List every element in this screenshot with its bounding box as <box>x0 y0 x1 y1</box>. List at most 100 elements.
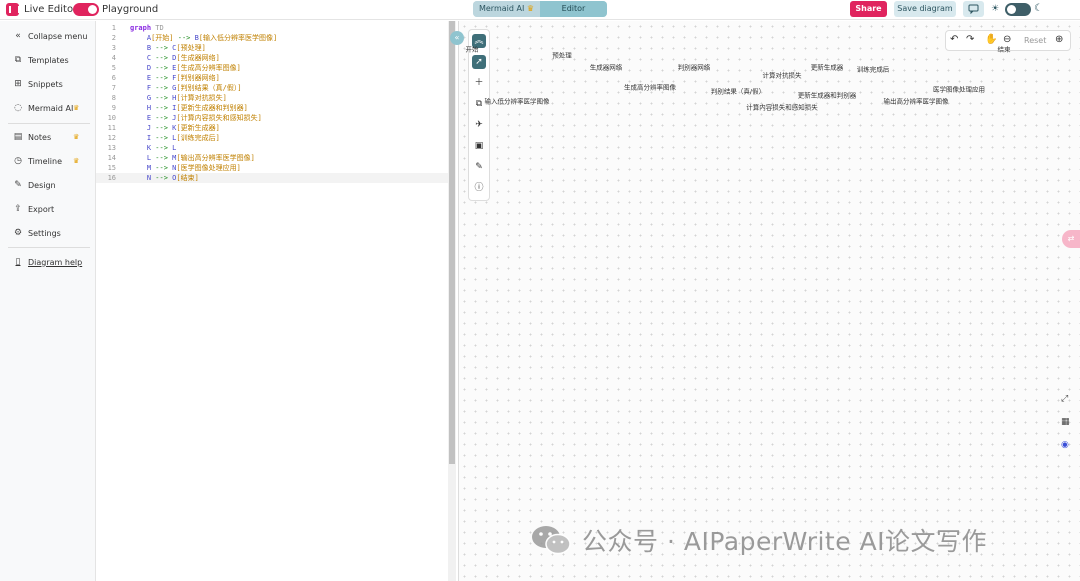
flow-node-L[interactable]: 训练完成后 <box>857 64 890 73</box>
code-line[interactable]: 7 F --> G[判别结果（真/假）] <box>96 83 448 93</box>
watermark: 公众号 · AIPaperWrite AI论文写作 <box>530 522 987 558</box>
crown-icon: ♛ <box>73 104 80 112</box>
snippets-icon: ⊞ <box>14 79 22 89</box>
code-text: E --> F[判别器网络] <box>130 74 220 82</box>
node-label: 判别结果（真/假） <box>711 86 765 95</box>
flow-node-F[interactable]: 判别器网络 <box>678 62 711 71</box>
code-text: N --> O[结束] <box>130 174 199 182</box>
sidebar-item-notes[interactable]: ▤ Notes ♛ <box>13 130 80 144</box>
save-diagram-button[interactable]: Save diagram <box>894 1 956 17</box>
sidebar-item-diagram-help[interactable]: ▯ Diagram help <box>13 255 83 269</box>
code-line[interactable]: 9 H --> I[更新生成器和判别器] <box>96 103 448 113</box>
flow-node-E[interactable]: 生成高分辨率图像 <box>624 82 677 91</box>
crown-icon: ♛ <box>73 157 80 165</box>
tab-mermaid-ai[interactable]: Mermaid AI ♛ <box>473 1 540 17</box>
code-line[interactable]: 15 M --> N[医学图像处理应用] <box>96 163 448 173</box>
flow-node-A[interactable]: 开始 <box>466 44 480 53</box>
flow-node-B[interactable]: 输入低分辨率医学图像 <box>485 96 551 105</box>
code-text: E --> J[计算内容损失和感知损失] <box>130 114 262 122</box>
line-number: 6 <box>111 74 116 82</box>
crown-icon: ♛ <box>73 133 80 141</box>
sun-icon: ☀ <box>991 4 1000 14</box>
mermaid-logo-icon[interactable] <box>6 3 20 16</box>
line-number: 3 <box>111 44 116 52</box>
line-number: 10 <box>107 114 116 122</box>
node-label: 计算对抗损失 <box>763 70 803 79</box>
sidebar-item-mermaid-ai[interactable]: ◌ Mermaid AI ♛ <box>13 101 79 115</box>
top-bar: Live Editor Playground Mermaid AI ♛ Edit… <box>0 0 1080 20</box>
export-icon: ⇪ <box>14 204 22 214</box>
flow-node-D[interactable]: 生成器网络 <box>590 62 623 71</box>
sidebar-item-collapse-menu[interactable]: « Collapse menu <box>13 29 87 43</box>
flowchart: 开始输入低分辨率医学图像 预处理生成器网络生成高分辨率图像 判别器网络判别结果（真/… <box>458 21 1080 581</box>
code-text: F --> G[判别结果（真/假）] <box>130 84 242 92</box>
code-text: K --> L <box>130 144 177 152</box>
crown-icon: ♛ <box>526 4 535 13</box>
node-label: 更新生成器 <box>811 62 844 71</box>
sidebar-item-design[interactable]: ✎ Design <box>13 178 56 192</box>
code-line[interactable]: 8 G --> H[计算对抗损失] <box>96 93 448 103</box>
sidebar-divider <box>8 123 90 124</box>
code-line[interactable]: 5 D --> E[生成高分辨率图像] <box>96 63 448 73</box>
node-label: 结束 <box>998 44 1012 53</box>
line-number: 15 <box>107 164 116 172</box>
app-title: Live Editor <box>24 4 78 15</box>
flow-node-G[interactable]: 判别结果（真/假） <box>711 86 765 95</box>
line-number: 4 <box>111 54 116 62</box>
code-text: C --> D[生成器网络] <box>130 54 220 62</box>
code-editor[interactable]: 1 graph TD 2 A[开始] --> B[输入低分辨率医学图像] 3 B --… <box>96 21 448 581</box>
node-label: 训练完成后 <box>857 64 890 73</box>
sidebar-item-settings[interactable]: ⚙ Settings <box>13 226 61 240</box>
code-line[interactable]: 2 A[开始] --> B[输入低分辨率医学图像] <box>96 33 448 43</box>
code-text: H --> I[更新生成器和判别器] <box>130 104 248 112</box>
line-number: 8 <box>111 94 116 102</box>
sidebar-item-export[interactable]: ⇪ Export <box>13 202 54 216</box>
node-label: 判别器网络 <box>678 62 711 71</box>
code-line[interactable]: 3 B --> C[预处理] <box>96 43 448 53</box>
code-line[interactable]: 1 graph TD <box>96 23 448 33</box>
line-number: 14 <box>107 154 116 162</box>
code-text: B --> C[预处理] <box>130 44 206 52</box>
code-line[interactable]: 11 J --> K[更新生成器] <box>96 123 448 133</box>
flow-node-C[interactable]: 预处理 <box>552 50 572 59</box>
code-line[interactable]: 14 L --> M[输出高分辨率医学图像] <box>96 153 448 163</box>
playground-toggle[interactable] <box>73 3 99 16</box>
line-number: 11 <box>107 124 116 132</box>
code-line[interactable]: 10 E --> J[计算内容损失和感知损失] <box>96 113 448 123</box>
sidebar-item-label: Snippets <box>28 79 63 89</box>
node-label: 医学图像处理应用 <box>933 84 985 93</box>
code-line[interactable]: 12 I --> L[训练完成后] <box>96 133 448 143</box>
theme-toggle[interactable] <box>1005 3 1031 16</box>
code-line[interactable]: 16 N --> O[结束] <box>96 173 448 183</box>
line-number: 16 <box>107 174 116 182</box>
editor-scrollbar[interactable] <box>448 21 456 581</box>
sidebar-divider <box>8 247 90 248</box>
flow-node-O[interactable]: 结束 <box>998 44 1012 53</box>
code-line[interactable]: 13 K --> L <box>96 143 448 153</box>
code-line[interactable]: 6 E --> F[判别器网络] <box>96 73 448 83</box>
code-line[interactable]: 4 C --> D[生成器网络] <box>96 53 448 63</box>
flow-node-M[interactable]: 输出高分辨率医学图像 <box>884 96 950 105</box>
flow-node-H[interactable]: 计算对抗损失 <box>763 70 803 79</box>
sidebar-item-label: Mermaid AI <box>28 103 74 113</box>
line-number: 7 <box>111 84 116 92</box>
line-number: 2 <box>111 34 116 42</box>
view-tabs: Mermaid AI ♛ Editor <box>473 1 607 17</box>
sidebar-item-label: Design <box>28 180 56 190</box>
flow-node-I[interactable]: 更新生成器和判别器 <box>798 90 857 99</box>
design-icon: ✎ <box>14 180 22 190</box>
flow-node-K[interactable]: 更新生成器 <box>811 62 844 71</box>
share-button[interactable]: Share <box>850 1 887 17</box>
feedback-button[interactable] <box>963 1 984 17</box>
sidebar-item-timeline[interactable]: ◷ Timeline ♛ <box>13 154 79 168</box>
line-number: 1 <box>111 24 116 32</box>
sidebar-item-label: Settings <box>28 228 61 238</box>
tab-editor[interactable]: Editor <box>540 1 607 17</box>
node-label: 计算内容损失和感知损失 <box>746 102 818 111</box>
sidebar-item-snippets[interactable]: ⊞ Snippets <box>13 77 63 91</box>
playground-label: Playground <box>102 4 159 15</box>
flow-node-J[interactable]: 计算内容损失和感知损失 <box>746 102 818 111</box>
flow-node-N[interactable]: 医学图像处理应用 <box>933 84 985 93</box>
code-text: M --> N[医学图像处理应用] <box>130 164 241 172</box>
sidebar-item-templates[interactable]: ⧉ Templates <box>13 53 69 67</box>
